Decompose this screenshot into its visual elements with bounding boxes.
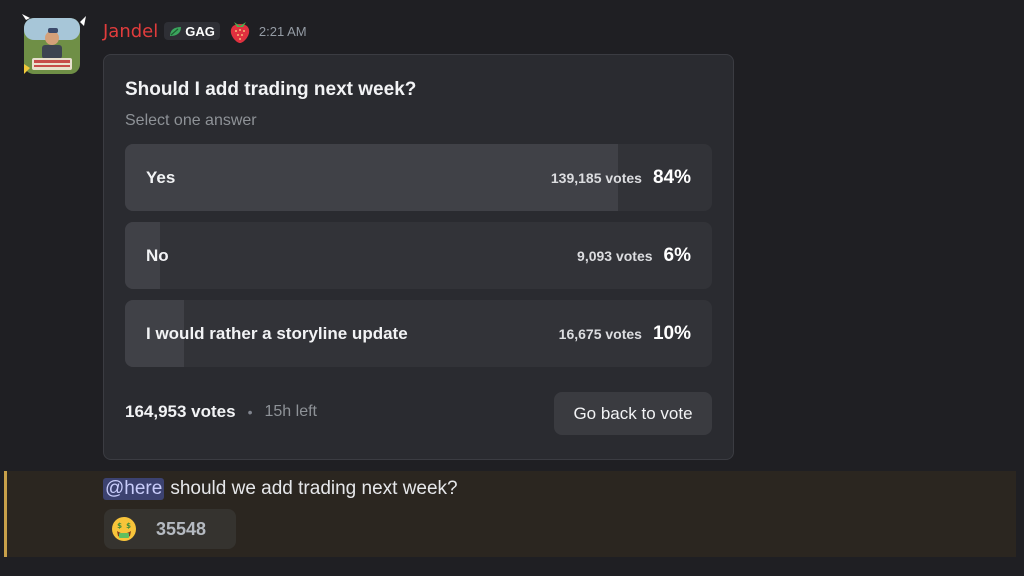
poll-option-votes: 16,675 votes	[558, 325, 642, 342]
poll-option-result: 16,675 votes 10%	[559, 300, 691, 367]
message-text: should we add trading next week?	[170, 478, 458, 499]
money-mouth-face-icon: $ $	[112, 517, 136, 541]
poll-option-percent: 10%	[652, 322, 691, 344]
poll-time-left: 15h left	[264, 403, 317, 420]
svg-text:$: $	[126, 522, 131, 530]
poll-option-storyline[interactable]: I would rather a storyline update 16,675…	[125, 300, 712, 367]
poll-option-percent: 84%	[652, 166, 691, 188]
guild-tag[interactable]: GAG	[164, 22, 220, 40]
message-content: @here should we add trading next week?	[103, 475, 458, 503]
poll-option-bar	[125, 144, 619, 211]
poll-option-yes[interactable]: Yes 139,185 votes 84%	[125, 144, 712, 211]
author-avatar[interactable]	[20, 14, 88, 78]
reaction-button[interactable]: $ $ 35548	[104, 509, 236, 549]
svg-text:$: $	[117, 522, 122, 530]
poll-option-no[interactable]: No 9,093 votes 6%	[125, 222, 712, 289]
poll-option-votes: 139,185 votes	[550, 169, 642, 186]
guild-tag-label: GAG	[185, 23, 215, 39]
poll-option-result: 139,185 votes 84%	[551, 144, 691, 211]
poll-total-votes[interactable]: 164,953 votes	[125, 402, 236, 422]
author-name[interactable]: Jandel	[103, 21, 158, 42]
leaf-icon	[170, 26, 182, 36]
message-timestamp[interactable]: 2:21 AM	[259, 24, 307, 39]
message-header: Jandel GAG 2:21 AM	[103, 17, 307, 45]
poll-option-label: No	[146, 246, 169, 265]
poll-option-label: Yes	[146, 168, 176, 187]
reaction-count: 35548	[156, 518, 207, 539]
poll-question: Should I add trading next week?	[125, 79, 417, 100]
poll-option-result: 9,093 votes 6%	[577, 222, 691, 289]
poll-hint: Select one answer	[125, 112, 257, 129]
poll-card: Should I add trading next week? Select o…	[103, 54, 734, 460]
poll-option-label: I would rather a storyline update	[146, 324, 408, 343]
poll-option-percent: 6%	[663, 244, 691, 266]
here-mention[interactable]: @here	[103, 478, 165, 500]
poll-option-votes: 9,093 votes	[577, 247, 653, 264]
strawberry-icon	[230, 22, 250, 43]
go-back-to-vote-button[interactable]: Go back to vote	[554, 392, 712, 435]
poll-footer: 164,953 votes • 15h left	[125, 402, 317, 422]
poll-footer-separator: •	[247, 404, 253, 420]
avatar-image	[22, 14, 86, 74]
